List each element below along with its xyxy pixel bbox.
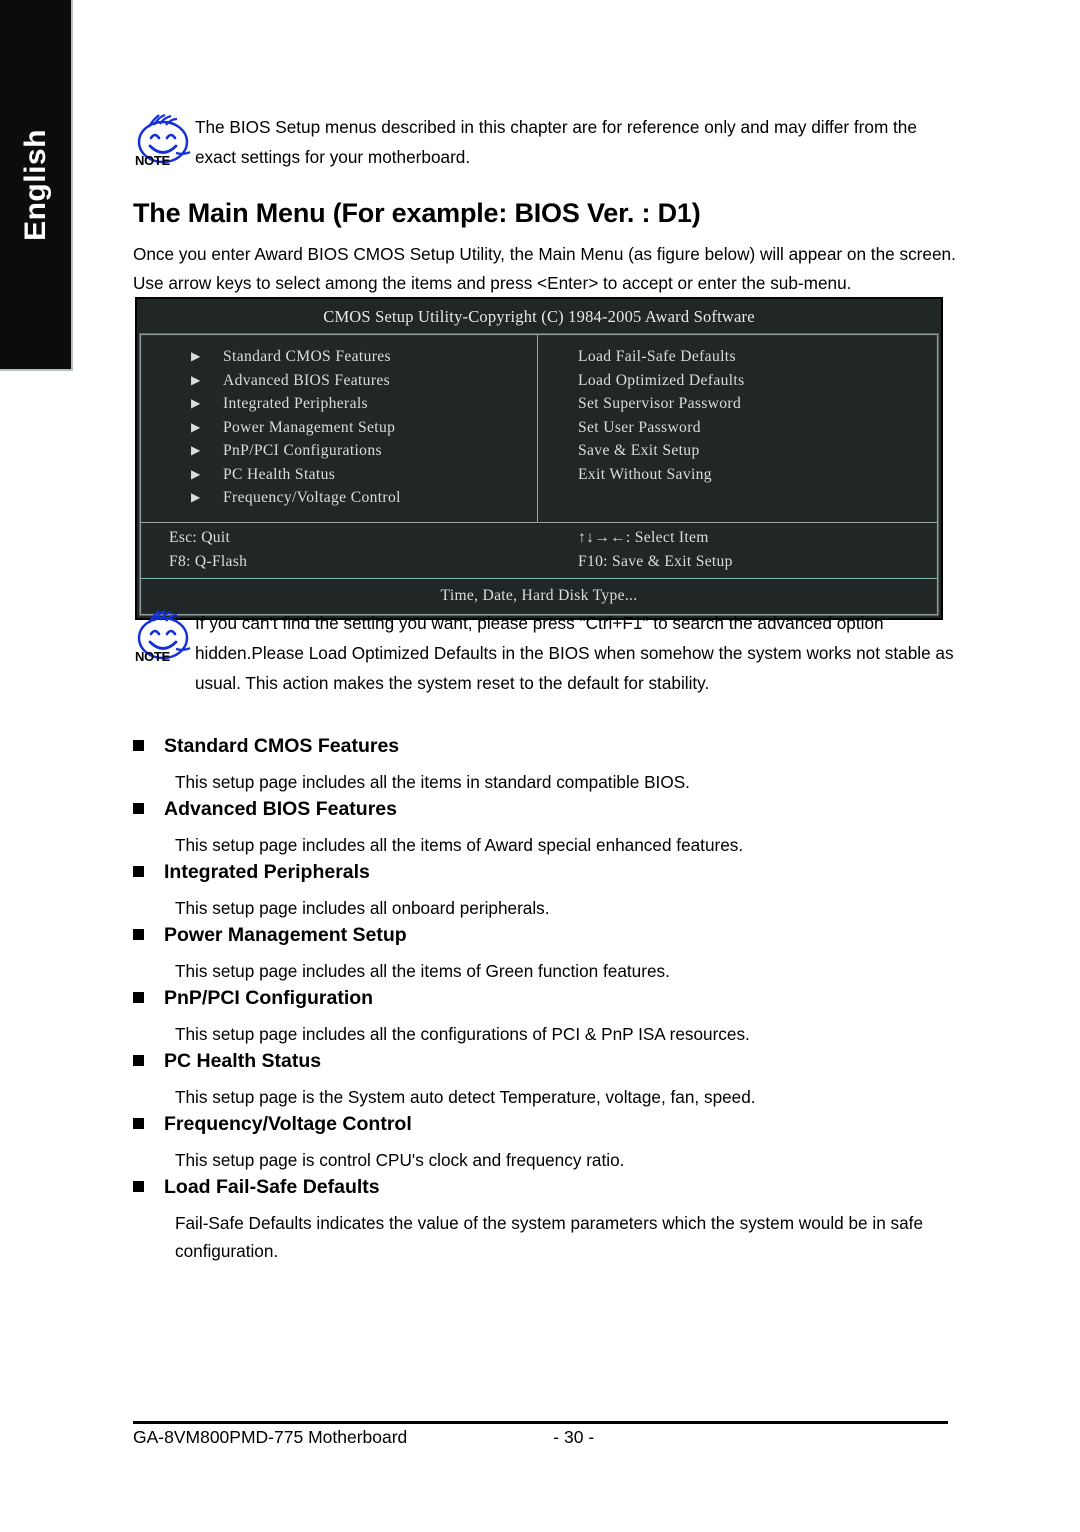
bios-menu-area: ▶ Standard CMOS Features ▶ Advanced BIOS… bbox=[141, 335, 937, 523]
feature-section: Frequency/Voltage Control This setup pag… bbox=[133, 1113, 973, 1174]
square-bullet-icon bbox=[133, 1118, 144, 1129]
bios-menu-item[interactable]: ▶ PnP/PCI Configurations bbox=[141, 439, 537, 463]
bios-menu-item-label: Standard CMOS Features bbox=[223, 348, 391, 365]
bios-menu-item[interactable]: Load Optimized Defaults bbox=[578, 369, 937, 393]
triangle-right-icon: ▶ bbox=[191, 372, 201, 387]
triangle-right-icon: ▶ bbox=[191, 443, 201, 457]
bios-menu-item-label: PC Health Status bbox=[223, 465, 336, 483]
bios-menu-item-label: Frequency/Voltage Control bbox=[223, 489, 401, 506]
bios-key-hint: Esc: Quit bbox=[169, 529, 231, 546]
bios-menu-item[interactable]: ▶ Frequency/Voltage Control bbox=[141, 486, 537, 510]
bios-menu-item[interactable]: ▶ Power Management Setup bbox=[141, 416, 537, 440]
square-bullet-icon bbox=[133, 740, 144, 751]
bios-key-legend-right: ↑↓→←: Select Item F10: Save & Exit Setup bbox=[538, 523, 937, 578]
language-tab-english: English bbox=[0, 0, 73, 371]
feature-description: This setup page includes all the items i… bbox=[175, 772, 690, 792]
bios-menu-right-column: Load Fail-Safe Defaults Load Optimized D… bbox=[538, 335, 937, 522]
feature-heading: Integrated Peripherals bbox=[133, 861, 973, 884]
page-footer: GA-8VM800PMD-775 Motherboard - 30 - bbox=[133, 1427, 948, 1448]
note-badge-label: NOTE bbox=[135, 153, 170, 168]
square-bullet-icon bbox=[133, 1181, 144, 1192]
feature-section: Integrated Peripherals This setup page i… bbox=[133, 861, 973, 922]
feature-heading-label: Load Fail-Safe Defaults bbox=[164, 1176, 380, 1198]
bios-key-hint: F8: Q-Flash bbox=[169, 552, 248, 570]
feature-description: This setup page includes all the items o… bbox=[175, 835, 744, 855]
feature-description: This setup page includes all onboard per… bbox=[175, 898, 550, 918]
bios-menu-item[interactable]: Set Supervisor Password bbox=[578, 392, 937, 416]
note-callout-top: NOTE The BIOS Setup menus described in t… bbox=[133, 112, 963, 172]
bios-menu-item[interactable]: ▶ PC Health Status bbox=[141, 463, 537, 487]
feature-description: This setup page includes all the items o… bbox=[175, 961, 670, 981]
feature-section: Power Management Setup This setup page i… bbox=[133, 924, 973, 985]
bios-menu-item-label: Integrated Peripherals bbox=[223, 395, 368, 412]
triangle-right-icon: ▶ bbox=[191, 419, 201, 434]
note-text-bottom: If you can't find the setting you want, … bbox=[195, 613, 954, 693]
feature-heading-label: Integrated Peripherals bbox=[164, 861, 370, 883]
feature-description: This setup page is control CPU's clock a… bbox=[175, 1150, 625, 1170]
document-page: English NOTE The BIOS Setup menus descri… bbox=[0, 0, 1080, 1532]
bios-menu-item[interactable]: ▶ Standard CMOS Features bbox=[141, 345, 537, 369]
note-badge-label: NOTE bbox=[135, 649, 170, 664]
intro-paragraph: Once you enter Award BIOS CMOS Setup Uti… bbox=[133, 244, 956, 293]
square-bullet-icon bbox=[133, 929, 144, 940]
feature-heading-label: Power Management Setup bbox=[164, 924, 407, 946]
square-bullet-icon bbox=[133, 866, 144, 877]
note-smiley-icon: NOTE bbox=[133, 114, 195, 170]
bios-key-hint: ↑↓→←: Select Item bbox=[578, 529, 709, 546]
note-callout-bottom: NOTE If you can't find the setting you w… bbox=[133, 608, 968, 698]
feature-section: PC Health Status This setup page is the … bbox=[133, 1050, 973, 1111]
bios-key-legend-left: Esc: Quit F8: Q-Flash bbox=[141, 523, 538, 578]
footer-product-name: GA-8VM800PMD-775 Motherboard bbox=[133, 1427, 408, 1447]
bios-menu-item[interactable]: Load Fail-Safe Defaults bbox=[578, 345, 937, 369]
bios-setup-screenshot: CMOS Setup Utility-Copyright (C) 1984-20… bbox=[135, 297, 943, 620]
triangle-right-icon: ▶ bbox=[191, 490, 201, 504]
bios-panel: ▶ Standard CMOS Features ▶ Advanced BIOS… bbox=[140, 334, 938, 615]
bios-menu-item-label: Power Management Setup bbox=[223, 418, 396, 436]
feature-heading: Power Management Setup bbox=[133, 924, 973, 947]
bios-menu-item[interactable]: Set User Password bbox=[578, 416, 937, 440]
feature-heading-label: PC Health Status bbox=[164, 1050, 322, 1072]
bios-menu-item[interactable]: Save & Exit Setup bbox=[578, 439, 937, 463]
feature-description: This setup page is the System auto detec… bbox=[175, 1087, 756, 1107]
bios-title-bar: CMOS Setup Utility-Copyright (C) 1984-20… bbox=[323, 307, 755, 326]
bios-menu-left-column: ▶ Standard CMOS Features ▶ Advanced BIOS… bbox=[141, 335, 538, 522]
page-title: The Main Menu (For example: BIOS Ver. : … bbox=[133, 198, 701, 228]
feature-heading-label: Advanced BIOS Features bbox=[164, 798, 397, 820]
feature-heading-label: Standard CMOS Features bbox=[164, 735, 400, 757]
feature-heading: Standard CMOS Features bbox=[133, 735, 973, 758]
triangle-right-icon: ▶ bbox=[191, 396, 201, 410]
square-bullet-icon bbox=[133, 992, 144, 1003]
feature-section: Standard CMOS Features This setup page i… bbox=[133, 735, 973, 796]
bios-key-legend: Esc: Quit F8: Q-Flash ↑↓→←: Select Item … bbox=[141, 523, 937, 579]
feature-heading: Frequency/Voltage Control bbox=[133, 1113, 973, 1136]
feature-heading: PC Health Status bbox=[133, 1050, 973, 1073]
feature-heading-label: Frequency/Voltage Control bbox=[164, 1113, 412, 1135]
feature-heading: PnP/PCI Configuration bbox=[133, 987, 973, 1010]
feature-heading-label: PnP/PCI Configuration bbox=[164, 987, 374, 1009]
note-smiley-icon: NOTE bbox=[133, 610, 195, 666]
square-bullet-icon bbox=[133, 803, 144, 814]
feature-section: Advanced BIOS Features This setup page i… bbox=[133, 798, 973, 859]
bios-menu-item[interactable]: ▶ Integrated Peripherals bbox=[141, 392, 537, 416]
triangle-right-icon: ▶ bbox=[191, 466, 201, 481]
bios-menu-item-label: Advanced BIOS Features bbox=[223, 371, 391, 389]
feature-section: Load Fail-Safe Defaults Fail-Safe Defaul… bbox=[133, 1176, 973, 1265]
square-bullet-icon bbox=[133, 1055, 144, 1066]
note-text-top: The BIOS Setup menus described in this c… bbox=[195, 117, 917, 167]
triangle-right-icon: ▶ bbox=[191, 349, 201, 363]
bios-menu-item-label: PnP/PCI Configurations bbox=[223, 442, 382, 459]
footer-divider bbox=[133, 1421, 948, 1424]
bios-menu-item[interactable]: ▶ Advanced BIOS Features bbox=[141, 369, 537, 393]
footer-page-number: - 30 - bbox=[553, 1427, 595, 1447]
feature-heading: Load Fail-Safe Defaults bbox=[133, 1176, 973, 1199]
feature-section: PnP/PCI Configuration This setup page in… bbox=[133, 987, 973, 1048]
feature-description: Fail-Safe Defaults indicates the value o… bbox=[175, 1213, 924, 1261]
bios-menu-item[interactable]: Exit Without Saving bbox=[578, 463, 937, 487]
bios-key-hint: F10: Save & Exit Setup bbox=[578, 552, 733, 570]
feature-heading: Advanced BIOS Features bbox=[133, 798, 973, 821]
feature-description: This setup page includes all the configu… bbox=[175, 1024, 750, 1044]
language-tab-label: English bbox=[18, 128, 52, 241]
